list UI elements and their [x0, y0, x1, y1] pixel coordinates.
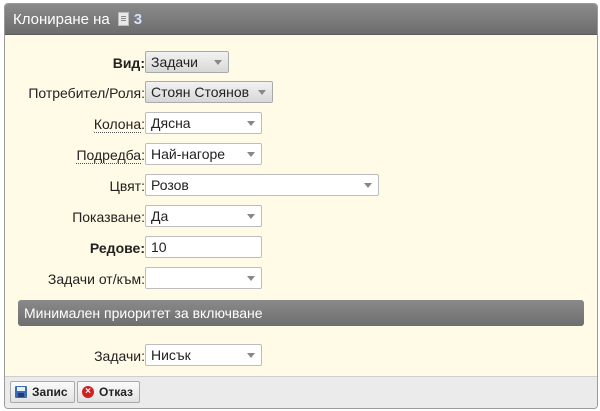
vid-label: Вид:	[112, 55, 145, 71]
order-value: Най-нагоре	[151, 146, 226, 162]
row-rows: Редове: 10	[5, 236, 597, 262]
clone-dialog: Клониране на 3 Вид: Задачи Потребител/Ро…	[4, 3, 598, 409]
vid-value: Задачи	[151, 54, 199, 70]
color-value: Розов	[151, 177, 189, 193]
save-button[interactable]: Запис	[10, 381, 75, 403]
chevron-down-icon	[247, 121, 255, 126]
chevron-down-icon	[247, 214, 255, 219]
chevron-down-icon	[247, 353, 255, 358]
color-select[interactable]: Розов	[145, 174, 379, 196]
dialog-title: Клониране на	[13, 10, 110, 28]
chevron-down-icon	[247, 152, 255, 157]
tasks-label: Задачи:	[94, 348, 145, 364]
cancel-label: Отказ	[99, 385, 134, 399]
chevron-down-icon	[364, 183, 372, 188]
show-label: Показване:	[72, 209, 145, 225]
user-label: Потребител/Роля:	[28, 85, 145, 101]
chevron-down-icon	[214, 60, 222, 65]
tasks-from-to-select[interactable]	[145, 267, 262, 289]
tasks-select[interactable]: Нисък	[145, 344, 262, 366]
column-select[interactable]: Дясна	[145, 112, 262, 134]
show-value: Да	[151, 208, 169, 224]
document-icon	[117, 12, 129, 26]
rows-label: Редове:	[89, 240, 145, 256]
cancel-button[interactable]: × Отказ	[77, 381, 141, 403]
order-select[interactable]: Най-нагоре	[145, 143, 262, 165]
order-label: Подредба:	[76, 147, 145, 164]
vid-select[interactable]: Задачи	[145, 51, 229, 73]
user-select[interactable]: Стоян Стоянов	[145, 81, 273, 103]
color-label: Цвят:	[109, 178, 145, 194]
rows-input[interactable]: 10	[145, 236, 262, 258]
clone-form: Вид: Задачи Потребител/Роля: Стоян Стоян…	[5, 35, 597, 380]
row-order: Подредба: Най-нагоре	[5, 143, 597, 169]
row-tasks: Задачи: Нисък	[5, 344, 597, 370]
show-select[interactable]: Да	[145, 205, 262, 227]
cancel-icon: ×	[82, 386, 94, 398]
column-value: Дясна	[151, 115, 191, 131]
save-label: Запис	[32, 385, 68, 399]
save-icon	[15, 386, 27, 398]
row-column: Колона: Дясна	[5, 112, 597, 138]
document-count[interactable]: 3	[134, 11, 142, 28]
chevron-down-icon	[247, 276, 255, 281]
row-color: Цвят: Розов	[5, 174, 597, 200]
chevron-down-icon	[258, 90, 266, 95]
dialog-footer: Запис × Отказ	[5, 376, 597, 408]
column-label: Колона:	[93, 116, 145, 133]
tasks-from-to-label: Задачи от/към:	[47, 271, 145, 287]
tasks-value: Нисък	[151, 347, 191, 363]
row-vid: Вид: Задачи	[5, 51, 597, 77]
section-header: Минимален приоритет за включване	[18, 300, 584, 326]
dialog-titlebar: Клониране на 3	[5, 4, 597, 35]
rows-value: 10	[151, 239, 167, 255]
row-show: Показване: Да	[5, 205, 597, 231]
user-value: Стоян Стоянов	[151, 84, 250, 100]
row-tasks-from-to: Задачи от/към:	[5, 267, 597, 293]
row-user: Потребител/Роля: Стоян Стоянов	[5, 81, 597, 107]
